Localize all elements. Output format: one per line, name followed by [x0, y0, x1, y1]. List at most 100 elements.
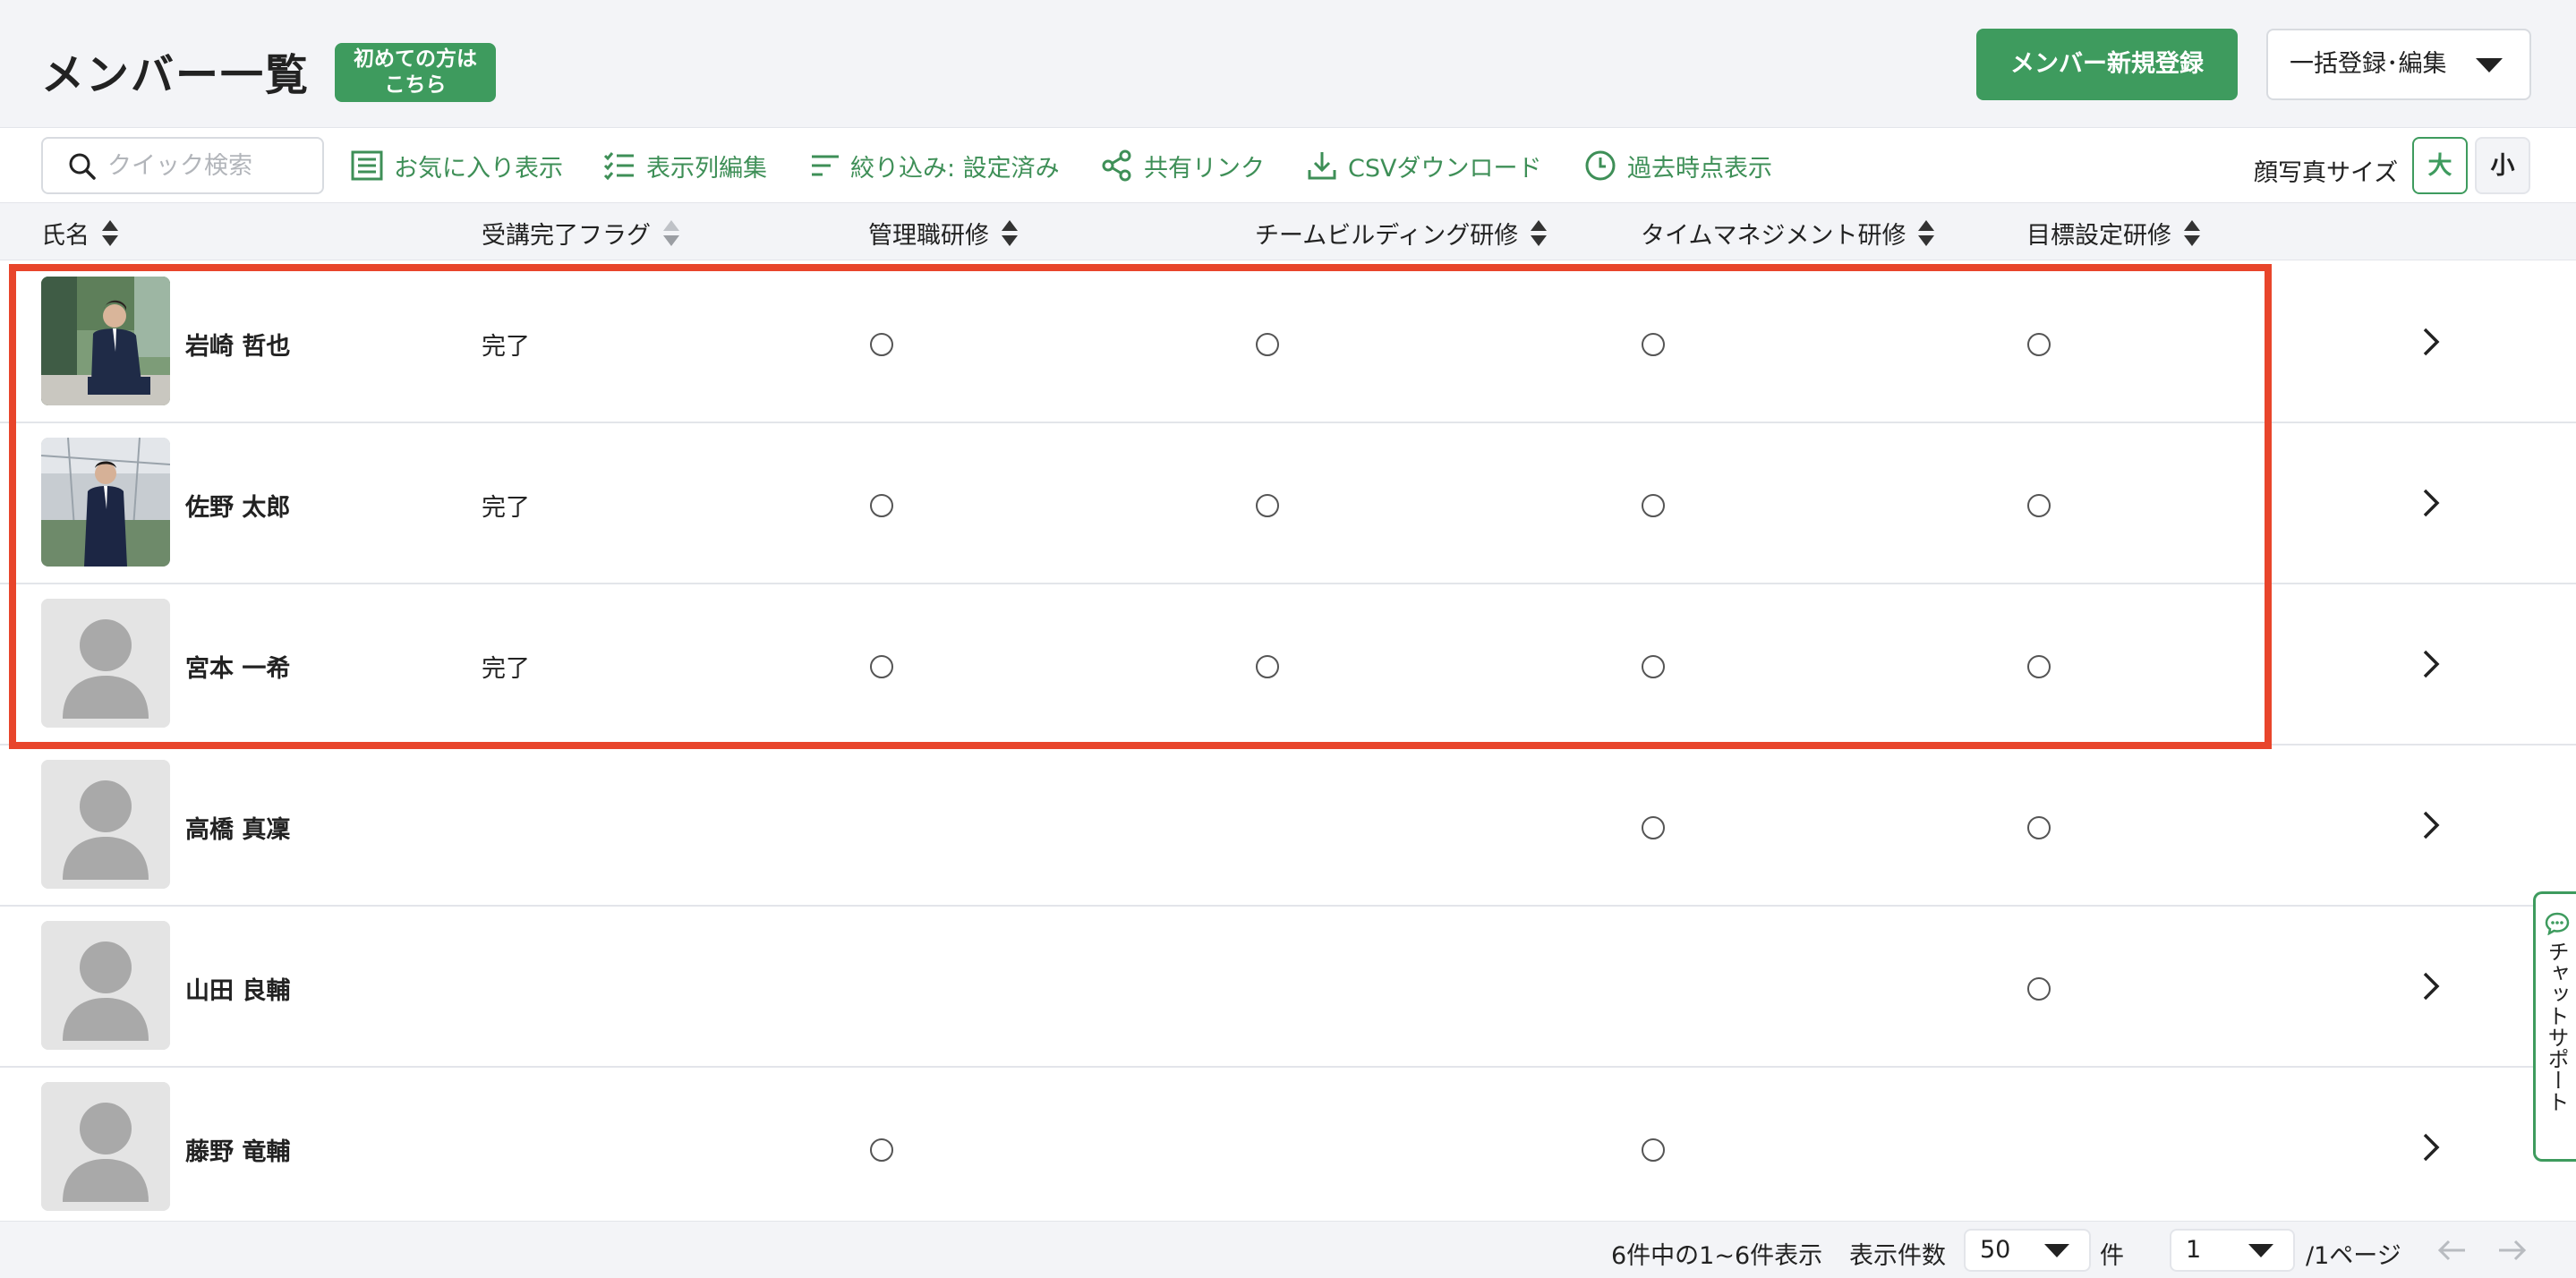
column-header-time-management-training-label: タイムマネジメント研修 [1641, 222, 1906, 250]
new-member-button[interactable]: メンバー新規登録 [1976, 29, 2238, 100]
favorites-label: お気に入り表示 [394, 154, 563, 183]
table-row[interactable]: 岩崎 哲也 完了 [0, 262, 2576, 423]
member-name[interactable]: 宮本 一希 [185, 649, 290, 684]
member-name[interactable]: 岩崎 哲也 [185, 327, 290, 362]
filter-icon [812, 155, 839, 176]
table-row[interactable]: 佐野 太郎 完了 [0, 423, 2576, 584]
column-header-name-label: 氏名 [41, 222, 90, 250]
avatar-placeholder [41, 760, 170, 889]
per-page-unit: 件 [2100, 1242, 2124, 1270]
chevron-right-icon[interactable] [2422, 810, 2440, 844]
sort-icon [1002, 219, 1018, 247]
column-header-goal-setting-training-label: 目標設定研修 [2026, 222, 2171, 250]
share-link-button[interactable]: 共有リンク [1101, 144, 1265, 187]
per-page-select[interactable]: 50 [1964, 1229, 2091, 1272]
column-header-management-training-label: 管理職研修 [868, 222, 989, 250]
column-header-time-management-training[interactable]: タイムマネジメント研修 [1641, 216, 1935, 251]
sort-icon [1918, 219, 1935, 247]
member-name[interactable]: 山田 良輔 [185, 971, 290, 1006]
completion-flag-cell: 完了 [482, 655, 530, 683]
chevron-right-icon[interactable] [2422, 971, 2440, 1005]
circle-mark [2027, 816, 2051, 839]
bulk-edit-label: 一括登録･編集 [2290, 50, 2447, 78]
circle-mark [2027, 655, 2051, 678]
photo-size-small-button[interactable]: 小 [2475, 137, 2530, 194]
member-name[interactable]: 高橋 真凜 [185, 810, 290, 845]
table-row[interactable]: 藤野 竜輔 [0, 1068, 2576, 1229]
chat-bubble-icon [2545, 912, 2570, 939]
sort-icon [102, 219, 118, 247]
csv-download-button[interactable]: CSVダウンロード [1307, 144, 1541, 187]
first-time-guide-badge[interactable]: 初めての方は こちら [335, 43, 496, 102]
filter-button[interactable]: 絞り込み: 設定済み [811, 144, 1060, 187]
circle-mark [1642, 816, 1665, 839]
toolbar: お気に入り表示 表示列編集 絞り込み: 設定済み 共有リンク CSVダウンロード… [0, 128, 2576, 203]
table-row[interactable]: 高橋 真凜 [0, 746, 2576, 907]
list-icon [351, 150, 383, 181]
search-input[interactable] [107, 146, 313, 185]
checklist-icon [603, 152, 634, 181]
per-page-value: 50 [1980, 1236, 2011, 1264]
column-header-completion-flag[interactable]: 受講完了フラグ [482, 216, 679, 251]
clock-icon [1585, 150, 1616, 181]
first-time-guide-line-2: こちら [384, 73, 447, 97]
chat-support-tab[interactable]: チャットサポート [2533, 891, 2576, 1162]
filter-label: 絞り込み: 設定済み [850, 154, 1060, 183]
chevron-right-icon[interactable] [2422, 649, 2440, 683]
photo-size-large-button[interactable]: 大 [2412, 137, 2468, 194]
page-title: メンバー一覧 [41, 50, 311, 100]
caret-down-icon [2044, 1244, 2069, 1257]
first-time-guide-line-1: 初めての方は [354, 47, 477, 71]
sort-icon [663, 219, 679, 247]
completion-flag-cell: 完了 [482, 333, 530, 361]
bulk-edit-button[interactable]: 一括登録･編集 [2266, 29, 2531, 100]
edit-columns-button[interactable]: 表示列編集 [603, 144, 767, 187]
circle-mark [2027, 333, 2051, 356]
circle-mark [870, 655, 893, 678]
circle-mark [870, 333, 893, 356]
avatar-photo [41, 277, 170, 405]
member-name[interactable]: 佐野 太郎 [185, 488, 290, 523]
per-page-label: 表示件数 [1849, 1242, 1946, 1270]
column-header-goal-setting-training[interactable]: 目標設定研修 [2026, 216, 2200, 251]
share-link-label: 共有リンク [1144, 154, 1265, 183]
edit-columns-label: 表示列編集 [646, 154, 767, 183]
column-header-team-building-training-label: チームビルディング研修 [1255, 222, 1519, 250]
circle-mark [2027, 977, 2051, 1001]
column-header-management-training[interactable]: 管理職研修 [868, 216, 1018, 251]
circle-mark [1642, 655, 1665, 678]
table-row[interactable]: 山田 良輔 [0, 907, 2576, 1068]
avatar-photo [41, 438, 170, 567]
csv-download-label: CSVダウンロード [1348, 154, 1542, 183]
page-header: メンバー一覧 初めての方は こちら メンバー新規登録 一括登録･編集 [0, 0, 2576, 128]
circle-mark [870, 1138, 893, 1162]
member-name[interactable]: 藤野 竜輔 [185, 1132, 290, 1167]
pagination-bar: 6件中の1~6件表示 表示件数 50 件 1 /1ページ [0, 1221, 2576, 1278]
circle-mark [1256, 333, 1279, 356]
favorites-button[interactable]: お気に入り表示 [351, 144, 563, 187]
circle-mark [2027, 494, 2051, 517]
page-value: 1 [2186, 1236, 2202, 1264]
caret-down-icon [2476, 58, 2503, 72]
next-page-arrow-icon[interactable] [2495, 1234, 2528, 1270]
column-header-team-building-training[interactable]: チームビルディング研修 [1255, 216, 1548, 251]
chevron-right-icon[interactable] [2422, 1132, 2440, 1166]
chat-support-label: チャットサポート [2544, 941, 2569, 1112]
share-icon [1102, 149, 1131, 182]
prev-page-arrow-icon[interactable] [2436, 1234, 2469, 1270]
circle-mark [1642, 494, 1665, 517]
page-total: /1ページ [2306, 1242, 2401, 1270]
page-select[interactable]: 1 [2170, 1229, 2295, 1272]
photo-size-label: 顔写真サイズ [2254, 159, 2399, 187]
sort-icon [2184, 219, 2200, 247]
avatar-placeholder [41, 921, 170, 1050]
circle-mark [1256, 494, 1279, 517]
table-row[interactable]: 宮本 一希 完了 [0, 584, 2576, 746]
quick-search[interactable] [41, 137, 324, 194]
chevron-right-icon[interactable] [2422, 488, 2440, 522]
chevron-right-icon[interactable] [2422, 327, 2440, 361]
circle-mark [1256, 655, 1279, 678]
column-header-name[interactable]: 氏名 [41, 216, 118, 251]
download-icon [1308, 152, 1336, 180]
past-view-button[interactable]: 過去時点表示 [1584, 144, 1772, 187]
